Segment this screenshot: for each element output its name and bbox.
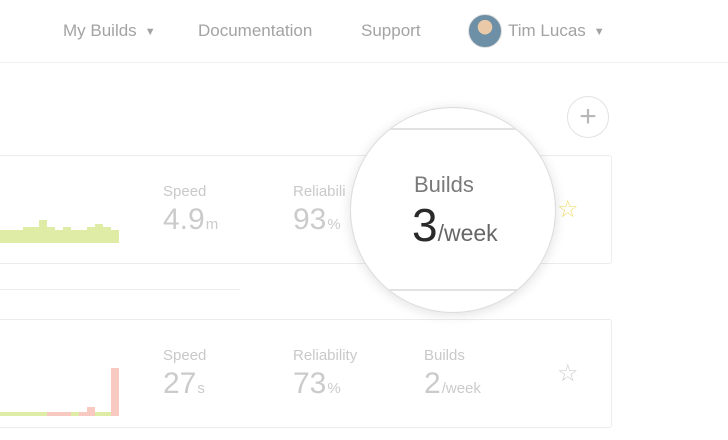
speed-value: 4.9m <box>163 202 218 243</box>
pipeline-card[interactable]: Speed 27s Reliability 73% Builds 2/week … <box>0 319 612 428</box>
chart-bar <box>111 368 119 416</box>
chart-bar <box>79 412 87 416</box>
chart-bar <box>79 230 87 243</box>
chart-bar <box>7 230 15 243</box>
chart-bar <box>47 412 55 416</box>
chart-bar <box>15 230 23 243</box>
chart-bar <box>87 407 95 416</box>
reliability-metric: Reliabili 93% <box>293 183 346 243</box>
chart-bar <box>31 227 39 243</box>
speed-number: 4.9 <box>163 203 205 236</box>
chevron-down-icon: ▼ <box>593 26 605 38</box>
chart-bar <box>95 224 103 243</box>
reliability-value: 73% <box>293 366 357 407</box>
speed-metric: Speed 27s <box>163 347 206 407</box>
documentation-link[interactable]: Documentation <box>198 21 312 41</box>
chart-bar <box>111 230 119 243</box>
avatar[interactable] <box>468 14 502 48</box>
star-icon[interactable]: ☆ <box>557 198 579 222</box>
add-pipeline-button[interactable]: + <box>567 96 609 138</box>
chart-bar <box>23 412 31 416</box>
speed-number: 27 <box>163 367 197 400</box>
chart-bar <box>7 412 15 416</box>
speed-value: 27s <box>163 366 206 407</box>
speed-label: Speed <box>163 347 207 364</box>
builds-label: Builds <box>424 347 465 364</box>
chart-bar <box>0 412 7 416</box>
reliability-metric: Reliability 73% <box>293 347 357 407</box>
chart-bar <box>103 227 111 243</box>
build-history-chart <box>0 156 129 243</box>
chart-bar <box>87 227 95 243</box>
speed-label: Speed <box>163 183 207 200</box>
chart-bar <box>55 230 63 243</box>
magnified-builds-label: Builds <box>414 172 474 197</box>
my-builds-menu[interactable]: My Builds ▼ <box>63 21 156 41</box>
my-builds-label: My Builds <box>63 21 137 40</box>
chart-bar <box>23 227 31 243</box>
reliability-number: 73 <box>293 367 327 400</box>
chart-bar <box>71 230 79 243</box>
chevron-down-icon: ▼ <box>144 26 156 38</box>
reliability-unit: % <box>327 380 341 397</box>
reliability-unit: % <box>327 216 341 233</box>
user-menu[interactable]: Tim Lucas ▼ <box>508 21 605 41</box>
build-history-chart <box>0 328 129 416</box>
chart-bar <box>47 227 55 243</box>
chart-bar <box>71 412 79 416</box>
magnified-builds-unit: /week <box>437 220 498 246</box>
star-icon[interactable]: ☆ <box>557 362 579 386</box>
chart-bar <box>39 412 47 416</box>
builds-metric: Builds 2/week <box>424 347 481 407</box>
builds-number: 2 <box>424 367 441 400</box>
speed-unit: m <box>205 216 219 233</box>
magnified-card-top-border <box>351 128 555 130</box>
chart-bar <box>55 412 63 416</box>
reliability-value: 93% <box>293 202 346 243</box>
magnified-builds-number: 3 <box>412 199 438 251</box>
chart-bar <box>39 220 47 243</box>
reliability-label: Reliability <box>293 347 358 364</box>
chart-bar <box>63 227 71 243</box>
chart-bar <box>95 412 103 416</box>
speed-metric: Speed 4.9m <box>163 183 218 243</box>
reliability-number: 93 <box>293 203 327 236</box>
chart-bar <box>63 412 71 416</box>
magnified-builds-value: 3/week <box>412 198 498 252</box>
user-name: Tim Lucas <box>508 21 586 40</box>
chart-bar <box>0 230 7 243</box>
support-link[interactable]: Support <box>361 21 421 41</box>
chart-bar <box>31 412 39 416</box>
magnified-card-bottom-border <box>351 289 555 291</box>
speed-unit: s <box>197 380 205 397</box>
top-nav: My Builds ▼ Documentation Support Tim Luc… <box>0 0 728 63</box>
magnifier-lens: Builds 3/week <box>350 107 556 313</box>
divider <box>0 289 240 290</box>
builds-unit: /week <box>441 380 481 397</box>
builds-value: 2/week <box>424 366 481 407</box>
reliability-label: Reliabili <box>293 183 346 200</box>
chart-bar <box>15 412 23 416</box>
chart-bar <box>103 412 111 416</box>
